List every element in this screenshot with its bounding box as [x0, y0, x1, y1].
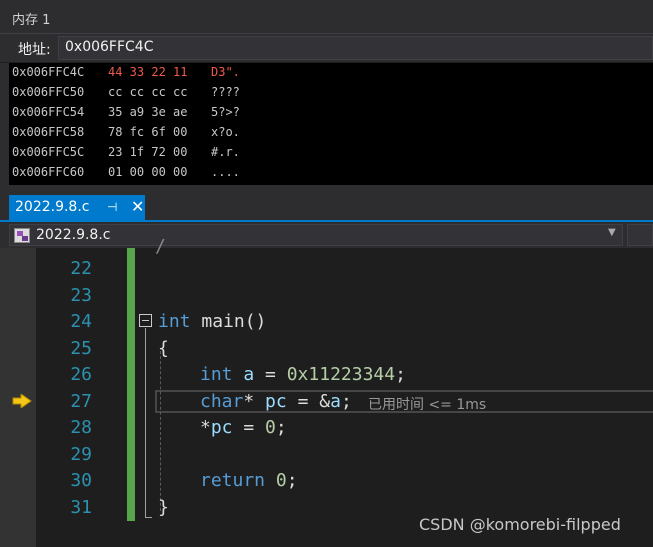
number-literal: 0 [275, 470, 287, 491]
line-number: 25 [70, 338, 92, 359]
memory-row-address: 0x006FFC58 [12, 125, 85, 139]
code-text: ; [340, 391, 352, 412]
line-number: 29 [70, 444, 92, 465]
memory-row-ascii: 5?>? [211, 105, 240, 119]
memory-window-bottom-edge [0, 185, 653, 195]
code-line-31[interactable]: } [158, 497, 169, 518]
memory-row-ascii: D3". [211, 65, 240, 79]
member-dropdown[interactable] [627, 224, 653, 246]
memory-row-address: 0x006FFC54 [12, 105, 85, 119]
line-number: 27 [70, 391, 92, 412]
perf-tip-elapsed[interactable]: 已用时间 <= 1ms [368, 394, 486, 414]
glyph-margin[interactable] [0, 248, 36, 547]
tab-label: 2022.9.8.c [15, 199, 90, 215]
memory-window-title: 内存 1 [12, 13, 51, 28]
code-text: = [254, 364, 287, 385]
line-number: 24 [70, 311, 92, 332]
memory-row-ascii: x?o. [211, 125, 240, 139]
memory-address-bar: 地址: 0x006FFC4C [0, 34, 653, 62]
change-tracking-bar [127, 248, 135, 521]
file-scope-label: 2022.9.8.c [36, 227, 111, 243]
outline-fold-line [145, 328, 146, 518]
memory-row-address: 0x006FFC4C [12, 65, 85, 79]
current-statement-arrow-icon [12, 394, 32, 408]
collapse-icon[interactable] [139, 314, 152, 327]
code-line-28[interactable]: *pc = 0; [200, 417, 287, 438]
memory-row: 0x006FFC60 01 00 00 00 .... [9, 165, 653, 183]
keyword: int [158, 311, 191, 332]
number-literal: 0x11223344 [286, 364, 396, 385]
keyword: char [200, 391, 244, 412]
variable: pc [265, 391, 287, 412]
variable: a [232, 364, 255, 385]
line-number: 30 [70, 470, 92, 491]
code-text: ; [395, 364, 406, 385]
memory-row-bytes[interactable]: 01 00 00 00 [108, 165, 187, 179]
tab-2022-9-8-c[interactable]: 2022.9.8.c ⊣ ✕ [9, 195, 145, 220]
memory-row-bytes[interactable]: cc cc cc cc [108, 85, 187, 99]
code-text: ; [275, 417, 287, 438]
memory-row-bytes[interactable]: 44 33 22 11 [108, 65, 187, 79]
memory-row-address: 0x006FFC5C [12, 145, 85, 159]
number-literal: 0 [265, 417, 276, 438]
c-file-icon [14, 228, 30, 243]
line-number: 26 [70, 364, 92, 385]
variable: pc [210, 417, 233, 438]
memory-row: 0x006FFC50 cc cc cc cc ???? [9, 85, 653, 103]
memory-row-ascii: .... [211, 165, 240, 179]
code-line-30[interactable]: return 0; [200, 470, 298, 491]
line-number: 28 [70, 417, 92, 438]
code-line-24[interactable]: int main() [158, 311, 266, 332]
memory-window-title-bar: 内存 1 [0, 0, 653, 34]
file-scope-dropdown[interactable]: 2022.9.8.c ▼ [9, 224, 623, 246]
memory-grid[interactable]: 0x006FFC4C 44 33 22 11 D3". 0x006FFC50 c… [9, 63, 653, 185]
memory-row: 0x006FFC5C 23 1f 72 00 #.r. [9, 145, 653, 163]
memory-row-ascii: ???? [211, 85, 240, 99]
code-line-27[interactable]: char* pc = &a; [200, 391, 352, 412]
code-text: ; [286, 470, 298, 491]
variable: a [330, 391, 341, 412]
memory-row-bytes[interactable]: 23 1f 72 00 [108, 145, 187, 159]
memory-row-bytes[interactable]: 35 a9 3e ae [108, 105, 187, 119]
document-tab-strip: 2022.9.8.c ⊣ ✕ [0, 195, 653, 222]
memory-row-address: 0x006FFC50 [12, 85, 85, 99]
code-text: = [232, 417, 266, 438]
memory-row-ascii: #.r. [211, 145, 240, 159]
code-text: main() [190, 311, 267, 332]
address-label: 地址: [18, 42, 51, 58]
line-number: 23 [70, 285, 92, 306]
code-text: * [200, 417, 211, 438]
code-editor[interactable]: / 22 23 24 25 26 27 28 29 30 31 int main… [0, 236, 653, 547]
code-text: * [243, 391, 266, 412]
address-input[interactable]: 0x006FFC4C [58, 36, 653, 60]
close-icon[interactable]: ✕ [131, 197, 144, 216]
memory-row: 0x006FFC58 78 fc 6f 00 x?o. [9, 125, 653, 143]
pin-icon[interactable]: ⊣ [107, 200, 117, 214]
keyword: return [200, 470, 266, 491]
outline-fold-end [145, 517, 152, 518]
watermark: CSDN @komorebi-filpped [419, 515, 621, 534]
line-number: 22 [70, 258, 92, 279]
chevron-down-icon[interactable]: ▼ [608, 227, 616, 238]
code-text: = & [286, 391, 331, 412]
keyword: int [200, 364, 233, 385]
memory-row: 0x006FFC54 35 a9 3e ae 5?>? [9, 105, 653, 123]
code-line-26[interactable]: int a = 0x11223344; [200, 364, 406, 385]
memory-left-edge [0, 63, 9, 187]
line-number: 31 [70, 497, 92, 518]
clipped-previous-line: / [155, 236, 166, 257]
memory-row: 0x006FFC4C 44 33 22 11 D3". [9, 65, 653, 83]
navigation-bar: 2022.9.8.c ▼ [0, 222, 653, 248]
memory-row-address: 0x006FFC60 [12, 165, 85, 179]
code-line-25[interactable]: { [158, 338, 169, 359]
indent-guide [160, 351, 161, 511]
memory-row-bytes[interactable]: 78 fc 6f 00 [108, 125, 187, 139]
